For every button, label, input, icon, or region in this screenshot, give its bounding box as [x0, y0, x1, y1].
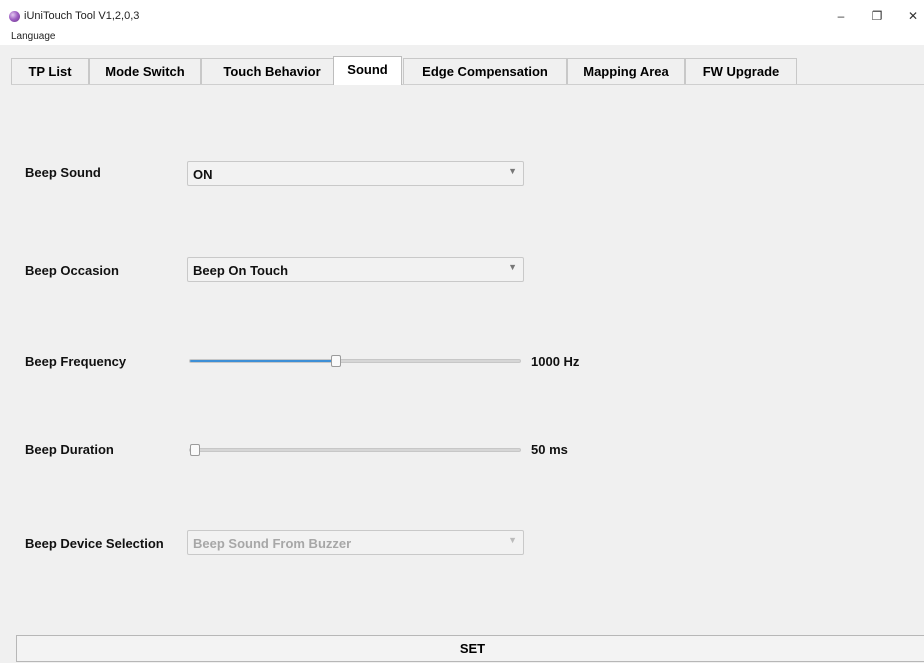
beep-duration-slider[interactable]	[189, 444, 521, 456]
slider-thumb[interactable]	[190, 444, 200, 456]
tab-fw-upgrade[interactable]: FW Upgrade	[685, 58, 797, 84]
beep-occasion-value: Beep On Touch	[193, 263, 289, 278]
beep-frequency-value: 1000 Hz	[531, 354, 580, 369]
slider-thumb[interactable]	[331, 355, 341, 367]
beep-device-value: Beep Sound From Buzzer	[193, 536, 352, 551]
menu-language[interactable]: Language	[11, 31, 56, 42]
tab-mapping-area[interactable]: Mapping Area	[567, 58, 685, 84]
tab-mode-switch[interactable]: Mode Switch	[89, 58, 201, 84]
chevron-down-icon: ▼	[508, 166, 517, 176]
app-icon	[9, 11, 20, 22]
tab-touch-behavior[interactable]: Touch Behavior	[201, 58, 343, 84]
slider-fill	[190, 360, 336, 362]
beep-duration-label: Beep Duration	[25, 442, 114, 457]
chevron-down-icon: ▼	[508, 262, 517, 272]
chevron-down-icon: ▼	[508, 535, 517, 545]
sound-panel: Beep Sound ON ▼ Beep Occasion Beep On To…	[11, 84, 924, 632]
tab-sound[interactable]: Sound	[333, 56, 402, 85]
tab-tp-list[interactable]: TP List	[11, 58, 89, 84]
minimize-button[interactable]: –	[824, 6, 858, 26]
beep-sound-label: Beep Sound	[25, 165, 101, 180]
close-button[interactable]: ✕	[896, 6, 924, 26]
beep-duration-value: 50 ms	[531, 442, 568, 457]
beep-frequency-label: Beep Frequency	[25, 354, 127, 369]
restore-button[interactable]: ❐	[860, 6, 894, 26]
window-title: iUniTouch Tool V1,2,0,3	[24, 10, 140, 22]
menu-bar: Language	[0, 30, 924, 45]
beep-sound-value: ON	[193, 167, 213, 182]
beep-sound-select[interactable]: ON ▼	[187, 161, 524, 186]
beep-device-label: Beep Device Selection	[25, 536, 164, 551]
tab-edge-compensation[interactable]: Edge Compensation	[403, 58, 567, 84]
title-bar: iUniTouch Tool V1,2,0,3 – ❐ ✕	[0, 0, 924, 30]
beep-occasion-label: Beep Occasion	[25, 263, 119, 278]
beep-frequency-slider[interactable]	[189, 355, 521, 367]
beep-device-select: Beep Sound From Buzzer ▼	[187, 530, 524, 555]
set-button[interactable]: SET	[16, 635, 924, 662]
beep-occasion-select[interactable]: Beep On Touch ▼	[187, 257, 524, 282]
